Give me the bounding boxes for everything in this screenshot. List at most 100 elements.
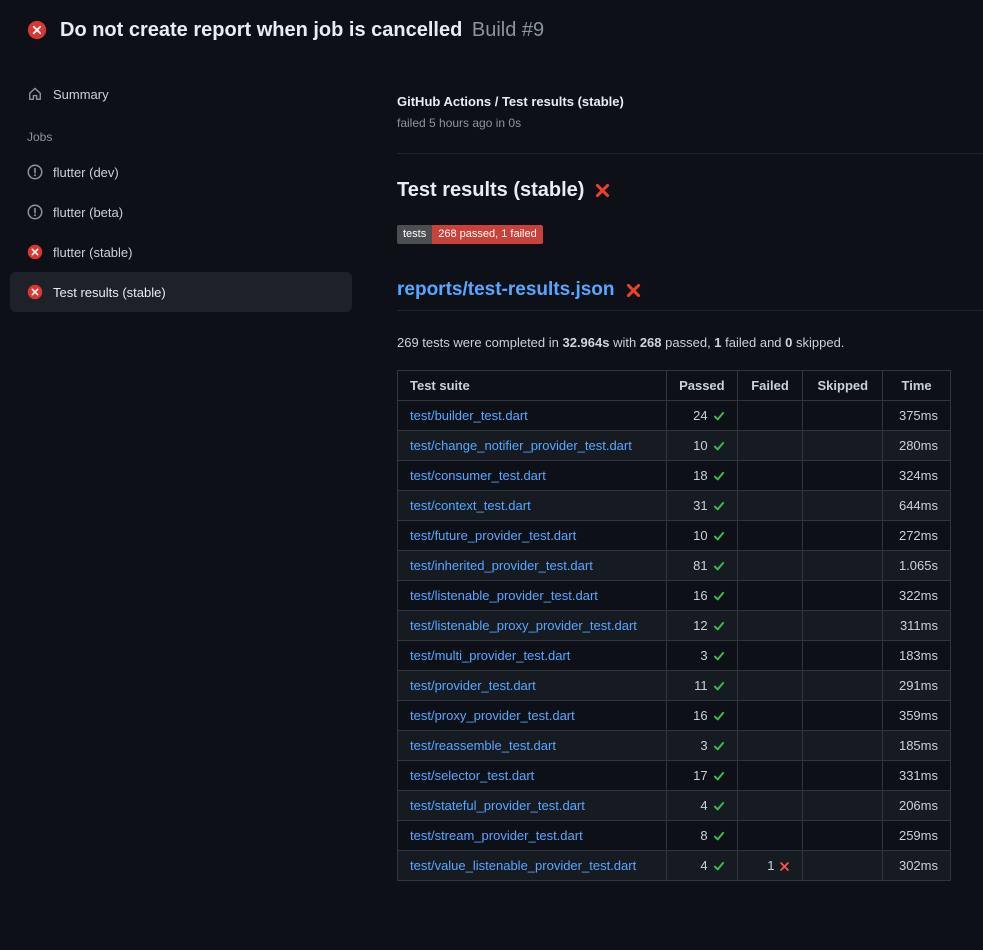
jobs-heading: Jobs xyxy=(10,130,370,144)
check-icon xyxy=(708,648,725,663)
suite-link[interactable]: test/stream_provider_test.dart xyxy=(410,828,583,843)
table-row: test/context_test.dart 31 644ms xyxy=(398,491,951,521)
badge-label: tests xyxy=(397,225,432,244)
summary-label: Summary xyxy=(53,87,109,102)
summary-passed-suffix: passed, xyxy=(662,335,715,350)
failed-cell xyxy=(737,671,803,701)
job-label: flutter (dev) xyxy=(53,165,119,180)
sidebar-job-item[interactable]: Test results (stable) xyxy=(10,272,352,312)
passed-cell: 4 xyxy=(667,791,738,821)
check-icon xyxy=(708,618,725,633)
suite-cell: test/value_listenable_provider_test.dart xyxy=(398,851,667,881)
suite-link[interactable]: test/listenable_provider_test.dart xyxy=(410,588,598,603)
passed-cell: 8 xyxy=(667,821,738,851)
suite-link[interactable]: test/proxy_provider_test.dart xyxy=(410,708,575,723)
red-x-icon xyxy=(595,183,610,198)
breadcrumb: GitHub Actions / Test results (stable) xyxy=(397,94,951,109)
suite-cell: test/reassemble_test.dart xyxy=(398,731,667,761)
job-label: Test results (stable) xyxy=(53,285,166,300)
passed-cell: 24 xyxy=(667,401,738,431)
suite-link[interactable]: test/future_provider_test.dart xyxy=(410,528,576,543)
header-passed: Passed xyxy=(667,371,738,401)
skipped-cell xyxy=(803,731,883,761)
header-time: Time xyxy=(883,371,951,401)
check-icon xyxy=(708,438,725,453)
check-icon xyxy=(708,408,725,423)
failed-cell xyxy=(737,761,803,791)
suite-link[interactable]: test/listenable_proxy_provider_test.dart xyxy=(410,618,637,633)
suite-link[interactable]: test/selector_test.dart xyxy=(410,768,534,783)
table-row: test/inherited_provider_test.dart 81 1.065… xyxy=(398,551,951,581)
failed-cell xyxy=(737,821,803,851)
time-cell: 359ms xyxy=(883,701,951,731)
section-title: Test results (stable) xyxy=(397,179,951,202)
sidebar-job-item[interactable]: flutter (dev) xyxy=(10,152,352,192)
passed-cell: 81 xyxy=(667,551,738,581)
suite-link[interactable]: test/value_listenable_provider_test.dart xyxy=(410,858,636,873)
passed-cell: 31 xyxy=(667,491,738,521)
tests-badge: tests 268 passed, 1 failed xyxy=(397,225,543,244)
passed-cell: 11 xyxy=(667,671,738,701)
summary-skipped-suffix: skipped. xyxy=(792,335,844,350)
alert-circle-icon xyxy=(27,204,43,220)
time-cell: 183ms xyxy=(883,641,951,671)
time-cell: 1.065s xyxy=(883,551,951,581)
build-number: Build #9 xyxy=(472,19,544,41)
alert-circle-icon xyxy=(27,164,43,180)
suite-cell: test/proxy_provider_test.dart xyxy=(398,701,667,731)
failed-cell xyxy=(737,581,803,611)
header-test-suite: Test suite xyxy=(398,371,667,401)
table-row: test/multi_provider_test.dart3183ms xyxy=(398,641,951,671)
check-icon xyxy=(708,498,725,513)
table-row: test/stateful_provider_test.dart 4 206ms xyxy=(398,791,951,821)
table-row: test/value_listenable_provider_test.dart… xyxy=(398,851,951,881)
job-label: flutter (stable) xyxy=(53,245,132,260)
skipped-cell xyxy=(803,581,883,611)
suite-link[interactable]: test/inherited_provider_test.dart xyxy=(410,558,593,573)
time-cell: 291ms xyxy=(883,671,951,701)
skipped-cell xyxy=(803,791,883,821)
table-row: test/listenable_provider_test.dart16322m… xyxy=(398,581,951,611)
suite-cell: test/listenable_proxy_provider_test.dart xyxy=(398,611,667,641)
passed-cell: 3 xyxy=(667,731,738,761)
check-icon xyxy=(708,528,725,543)
run-title: Do not create report when job is cancell… xyxy=(60,17,544,43)
suite-cell: test/provider_test.dart xyxy=(398,671,667,701)
summary-duration: 32.964s xyxy=(562,335,609,350)
suite-link[interactable]: test/multi_provider_test.dart xyxy=(410,648,570,663)
suite-cell: test/listenable_provider_test.dart xyxy=(398,581,667,611)
results-table-body: test/builder_test.dart24375mstest/change… xyxy=(398,401,951,881)
report-link[interactable]: reports/test-results.json xyxy=(397,279,615,301)
skipped-cell xyxy=(803,821,883,851)
skipped-cell xyxy=(803,761,883,791)
check-icon xyxy=(708,678,725,693)
suite-link[interactable]: test/provider_test.dart xyxy=(410,678,536,693)
table-row: test/stream_provider_test.dart8259ms xyxy=(398,821,951,851)
time-cell: 206ms xyxy=(883,791,951,821)
check-icon xyxy=(708,708,725,723)
header-skipped: Skipped xyxy=(803,371,883,401)
skipped-cell xyxy=(803,401,883,431)
suite-link[interactable]: test/builder_test.dart xyxy=(410,408,528,423)
passed-cell: 16 xyxy=(667,581,738,611)
sidebar-item-summary[interactable]: Summary xyxy=(10,76,352,112)
x-icon xyxy=(774,858,790,873)
suite-link[interactable]: test/change_notifier_provider_test.dart xyxy=(410,438,632,453)
sidebar-job-item[interactable]: flutter (stable) xyxy=(10,232,352,272)
suite-link[interactable]: test/stateful_provider_test.dart xyxy=(410,798,585,813)
passed-cell: 4 xyxy=(667,851,738,881)
skipped-cell xyxy=(803,611,883,641)
skipped-cell xyxy=(803,701,883,731)
suite-link[interactable]: test/reassemble_test.dart xyxy=(410,738,556,753)
table-row: test/future_provider_test.dart10272ms xyxy=(398,521,951,551)
suite-link[interactable]: test/consumer_test.dart xyxy=(410,468,546,483)
table-row: test/builder_test.dart24375ms xyxy=(398,401,951,431)
run-header: Do not create report when job is cancell… xyxy=(0,0,983,56)
sidebar-job-item[interactable]: flutter (beta) xyxy=(10,192,352,232)
summary-passed-count: 268 xyxy=(640,335,662,350)
time-cell: 644ms xyxy=(883,491,951,521)
time-cell: 311ms xyxy=(883,611,951,641)
suite-cell: test/inherited_provider_test.dart xyxy=(398,551,667,581)
skipped-cell xyxy=(803,851,883,881)
suite-link[interactable]: test/context_test.dart xyxy=(410,498,531,513)
